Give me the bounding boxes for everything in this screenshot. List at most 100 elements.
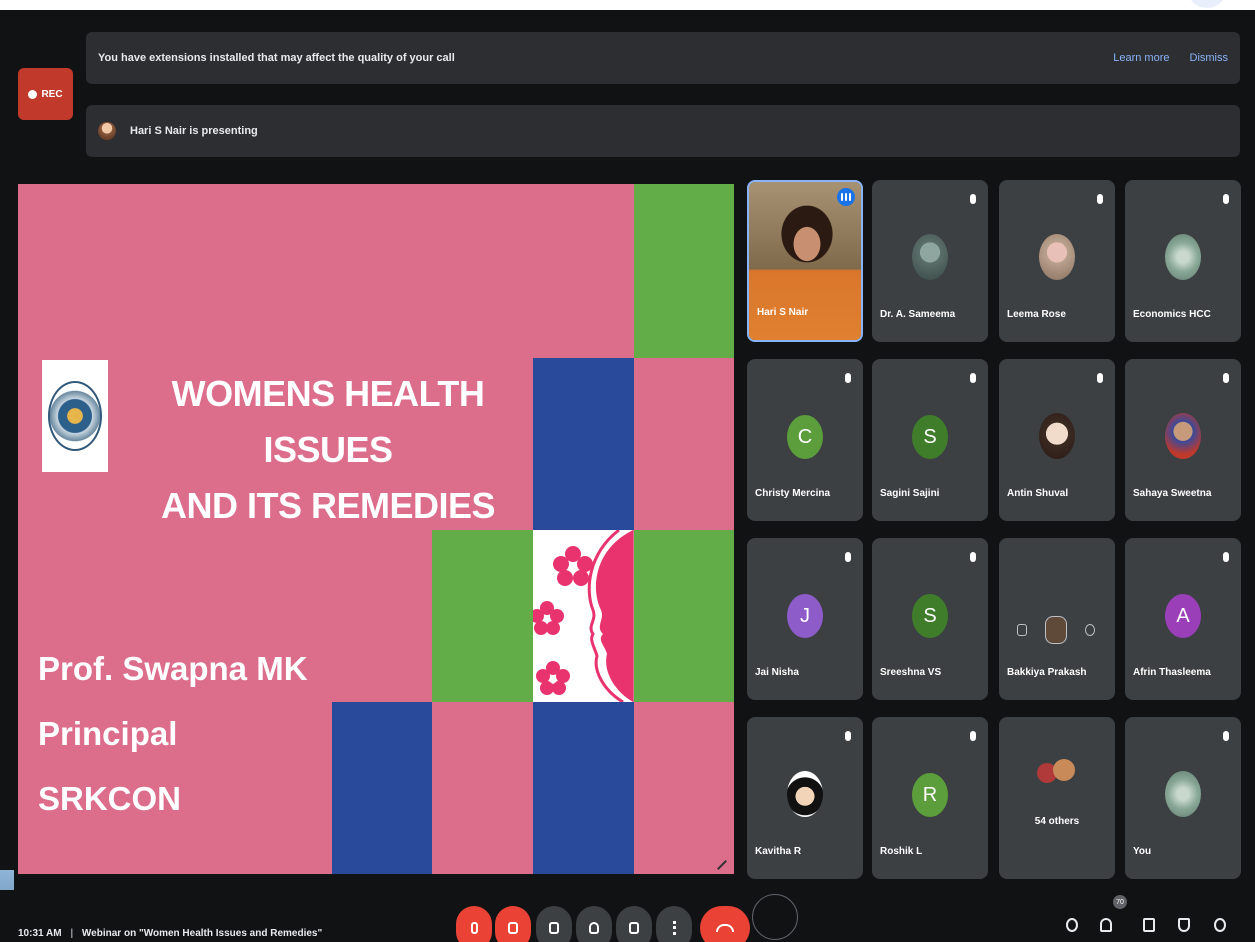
pin-icon[interactable]	[1017, 624, 1027, 636]
participant-name: Sahaya Sweetna	[1133, 488, 1212, 499]
mic-muted-icon	[970, 731, 976, 741]
presenting-message: Hari S Nair is presenting	[130, 125, 258, 137]
lock-person-icon	[1214, 918, 1226, 932]
camera-toggle-button[interactable]	[495, 906, 531, 942]
participant-name: Afrin Thasleema	[1133, 667, 1211, 678]
slide-block-blue-2	[332, 702, 432, 874]
raise-hand-button[interactable]	[576, 906, 612, 942]
participant-name: Bakkiya Prakash	[1007, 667, 1087, 678]
avatar: R	[912, 773, 948, 817]
rec-label: REC	[41, 88, 63, 100]
record-dot-icon	[28, 89, 38, 99]
leave-call-button[interactable]	[700, 906, 750, 942]
participant-tile[interactable]: S Sagini Sajini	[872, 359, 988, 521]
participant-tile[interactable]: S Sreeshna VS	[872, 538, 988, 700]
avatar: J	[787, 594, 823, 638]
avatar	[1039, 234, 1075, 280]
participant-tile[interactable]: A Afrin Thasleema	[1125, 538, 1241, 700]
participant-name: Jai Nisha	[755, 667, 799, 678]
slide-title-line1: WOMENS HEALTH ISSUES	[171, 373, 485, 470]
microphone-toggle-button[interactable]	[456, 906, 492, 942]
college-seal-icon	[48, 381, 102, 451]
mic-muted-icon	[970, 373, 976, 383]
participant-name: You	[1133, 846, 1152, 857]
author-name: Prof. Swapna MK	[38, 650, 308, 687]
host-controls-button[interactable]	[1212, 916, 1228, 934]
activities-button[interactable]	[1176, 916, 1192, 934]
participant-tile-hari[interactable]: Hari S Nair	[747, 180, 863, 342]
people-icon	[1100, 918, 1112, 932]
chat-button[interactable]	[1141, 916, 1157, 934]
participant-tile[interactable]: Dr. A. Sameema	[872, 180, 988, 342]
banner-actions: Learn more Dismiss	[1113, 52, 1228, 64]
avatar	[1039, 413, 1075, 459]
participant-tile[interactable]: R Roshik L	[872, 717, 988, 879]
participant-tile[interactable]: Sahaya Sweetna	[1125, 359, 1241, 521]
mic-muted-icon	[1223, 552, 1229, 562]
participant-tile-self[interactable]: You	[1125, 717, 1241, 879]
more-options-button[interactable]	[656, 906, 692, 942]
avatar	[1053, 759, 1075, 781]
extensions-warning-banner: You have extensions installed that may a…	[86, 32, 1240, 84]
participant-name: Antin Shuval	[1007, 488, 1069, 499]
captions-button[interactable]	[536, 906, 572, 942]
slide-title-line2: AND ITS REMEDIES	[160, 485, 496, 526]
speaking-indicator-icon	[837, 188, 855, 206]
activities-icon	[1178, 918, 1190, 932]
mic-muted-icon	[845, 373, 851, 383]
avatar: S	[912, 594, 948, 638]
present-screen-button[interactable]	[616, 906, 652, 942]
meeting-details-button[interactable]	[1064, 916, 1080, 934]
mic-muted-icon	[970, 552, 976, 562]
author-role: Principal	[38, 715, 178, 752]
participant-name: Christy Mercina	[755, 488, 831, 499]
present-icon	[629, 922, 639, 934]
learn-more-link[interactable]: Learn more	[1113, 52, 1169, 64]
presenting-banner: Hari S Nair is presenting	[86, 105, 1240, 157]
avatar	[912, 234, 948, 280]
participant-name: Leema Rose	[1007, 309, 1066, 320]
info-icon	[1066, 918, 1078, 932]
mic-muted-icon	[1223, 373, 1229, 383]
mic-muted-icon	[845, 552, 851, 562]
participant-tile[interactable]: Economics HCC	[1125, 180, 1241, 342]
participant-name: Sreeshna VS	[880, 667, 942, 678]
more-options-icon[interactable]	[1085, 624, 1095, 636]
avatar: S	[912, 415, 948, 459]
people-count-badge: 70	[1113, 895, 1127, 909]
avatar	[787, 771, 823, 817]
extra-control-button[interactable]	[752, 894, 798, 940]
more-vert-icon	[672, 921, 676, 935]
meeting-info: 10:31 AM | Webinar on "Women Health Issu…	[18, 928, 322, 939]
chat-icon	[1143, 918, 1155, 932]
extensions-message: You have extensions installed that may a…	[98, 52, 455, 64]
mic-muted-icon	[1097, 373, 1103, 383]
others-avatars	[1037, 759, 1081, 785]
participant-tile[interactable]: Leema Rose	[999, 180, 1115, 342]
clock-time: 10:31 AM	[18, 928, 62, 939]
slide-block-green-right	[634, 530, 734, 702]
slide-block-green-top	[634, 184, 734, 358]
captions-icon	[549, 922, 559, 934]
college-logo	[42, 360, 108, 472]
avatar	[1165, 413, 1201, 459]
participant-name: Dr. A. Sameema	[880, 309, 956, 320]
slide-block-blue-1	[533, 358, 634, 530]
participant-tile[interactable]: Kavitha R	[747, 717, 863, 879]
avatar: C	[787, 415, 823, 459]
participant-tile[interactable]: Bakkiya Prakash	[999, 538, 1115, 700]
resize-handle-icon[interactable]	[717, 860, 727, 870]
people-button[interactable]	[1098, 916, 1114, 934]
slide-author-block: Prof. Swapna MK Principal SRKCON	[38, 636, 308, 831]
mic-muted-icon	[1223, 194, 1229, 204]
slide-block-blue-3	[533, 702, 634, 874]
participant-name: Kavitha R	[755, 846, 802, 857]
mic-muted-icon	[1097, 194, 1103, 204]
participant-tile[interactable]: Antin Shuval	[999, 359, 1115, 521]
mute-icon[interactable]	[1045, 616, 1067, 644]
participant-tile[interactable]: C Christy Mercina	[747, 359, 863, 521]
tile-hover-controls	[1017, 616, 1095, 644]
dismiss-button[interactable]: Dismiss	[1190, 52, 1229, 64]
participant-tile[interactable]: J Jai Nisha	[747, 538, 863, 700]
others-tile[interactable]: 54 others	[999, 717, 1115, 879]
